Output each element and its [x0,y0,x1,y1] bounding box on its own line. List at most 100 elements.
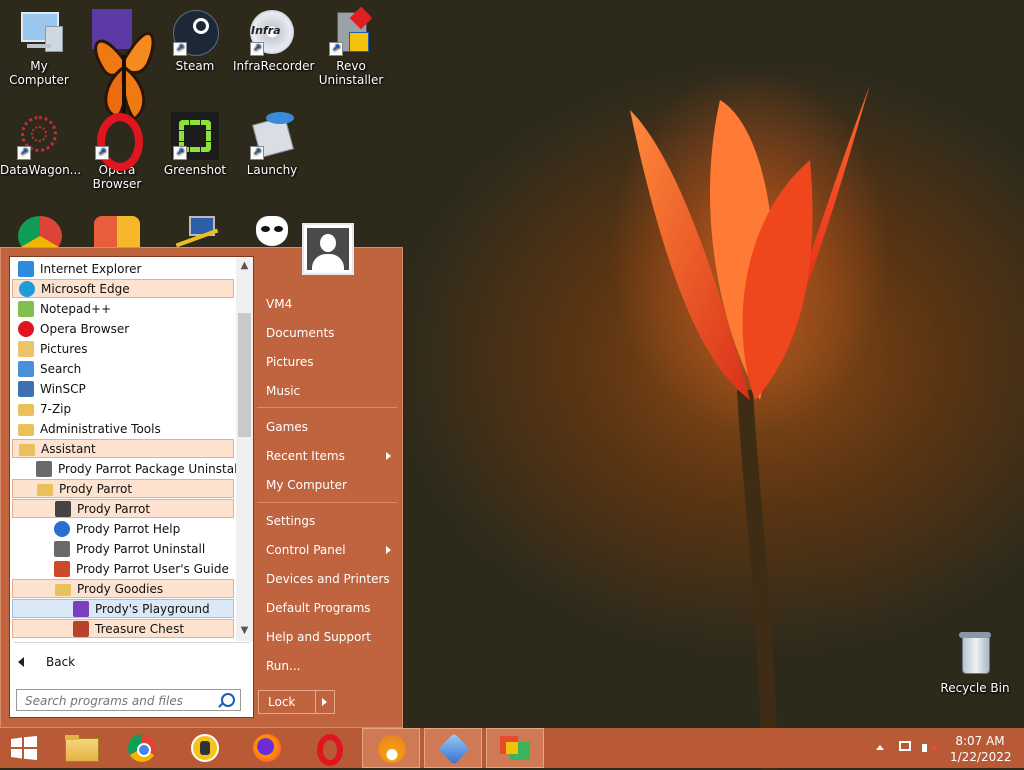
right-menu-item-label: Recent Items [266,449,345,463]
parrot-icon [55,500,71,517]
search-box[interactable] [16,689,241,711]
program-item-label: Pictures [40,341,88,356]
user-avatar[interactable] [302,223,354,275]
search-input[interactable] [23,691,217,711]
right-menu-item[interactable]: Games [266,420,308,434]
folder-icon [37,483,53,496]
right-menu-item[interactable]: Settings [266,514,315,528]
right-menu-item[interactable]: VM4 [266,297,292,311]
desktop-icon-greenshot[interactable]: ↗ Greenshot [156,112,234,177]
search-icon[interactable] [221,693,235,707]
lock-button[interactable]: Lock [258,690,335,714]
butterfly-icon [92,9,155,122]
desktop-icon-recycle-bin[interactable]: Recycle Bin [936,630,1014,695]
program-item-label: Administrative Tools [40,421,161,436]
program-item[interactable]: Microsoft Edge [12,279,234,298]
desktop-icon-datawagon[interactable]: ↗ DataWagon... [0,112,81,177]
program-item[interactable]: Prody Parrot User's Guide [12,559,234,578]
program-item[interactable]: Administrative Tools [12,419,234,438]
opera-icon: ↗ [93,112,143,171]
desktop-icon-opera-browser[interactable]: ↗ Opera Browser [78,112,156,191]
program-item[interactable]: Assistant [12,439,234,458]
right-menu-item[interactable]: Default Programs [266,601,371,615]
program-item[interactable]: Opera Browser [12,319,234,338]
desktop-icon-steam[interactable]: ↗ Steam [156,8,234,73]
program-item-label: Opera Browser [40,321,130,336]
volume-muted-icon[interactable]: × [922,741,938,755]
program-item[interactable]: Prody Parrot [12,499,234,518]
back-button[interactable]: Back [18,653,75,671]
playground-icon [73,600,89,617]
taskbar-prody-parrot[interactable] [362,728,420,768]
right-menu-item[interactable]: My Computer [266,478,347,492]
program-item[interactable]: Pictures [12,339,234,358]
right-menu-item-label: Run... [266,659,301,673]
right-menu-item[interactable]: Recent Items [266,449,391,463]
program-item[interactable]: Prody Parrot Help [12,519,234,538]
network-share-icon[interactable] [175,216,219,248]
program-item-label: Prody Parrot Package Uninstall [58,461,241,476]
show-hidden-icons-button[interactable] [876,745,884,750]
program-item-label: Prody Parrot [77,501,151,516]
program-item-label: Notepad++ [40,301,112,316]
desktop-icon-my-computer[interactable]: My Computer [0,8,78,87]
greenshot-icon: ↗ [171,112,219,160]
taskbar-firefox[interactable] [238,728,296,768]
scroll-down-arrow[interactable]: ▼ [236,622,253,639]
right-menu-item-label: Pictures [266,355,314,369]
scroll-thumb[interactable] [238,313,251,437]
datawagon-icon: ↗ [15,112,63,160]
program-item[interactable]: Notepad++ [12,299,234,318]
right-menu-item[interactable]: Devices and Printers [266,572,390,586]
opera-icon [18,320,34,337]
program-item-label: Search [40,361,82,376]
taskbar-chrome[interactable] [113,728,171,768]
taskbar-file-explorer[interactable] [52,728,110,768]
program-item-label: Prody Parrot [59,481,133,496]
program-item[interactable]: Prody Goodies [12,579,234,598]
scroll-up-arrow[interactable]: ▲ [236,257,253,274]
clock[interactable]: 8:07 AM 1/22/2022 [950,733,1012,765]
start-button[interactable] [0,728,50,768]
program-item[interactable]: Internet Explorer [12,259,234,278]
program-item-label: Prody Goodies [77,581,164,596]
uninstall-icon [54,540,70,557]
taskbar-opera[interactable] [300,728,358,768]
program-item[interactable]: 7-Zip [12,399,234,418]
app-store-icon[interactable] [94,216,140,250]
right-menu-item[interactable]: Pictures [266,355,314,369]
right-menu-item[interactable]: Control Panel [266,543,391,557]
programs-scrollbar[interactable]: ▲ ▼ [236,257,253,641]
menu-separator [257,502,397,503]
revo-uninstaller-icon: ↗ [327,6,375,56]
program-item[interactable]: Prody Parrot Uninstall [12,539,234,558]
program-item[interactable]: WinSCP [12,379,234,398]
right-menu-item[interactable]: Help and Support [266,630,371,644]
program-item[interactable]: Prody Parrot Package Uninstall [12,459,241,478]
right-menu-item[interactable]: Music [266,384,300,398]
program-item[interactable]: Prody's Playground [12,599,234,618]
taskbar-launchy[interactable] [424,728,482,768]
lock-options-arrow-icon[interactable] [315,691,334,713]
recycle-bin-icon [951,630,999,678]
desktop-icon-infrarecorder[interactable]: Infra ↗ InfraRecorder [233,8,314,73]
folder-icon [18,423,34,436]
right-menu-item[interactable]: Documents [266,326,334,340]
alien-mask-icon[interactable] [254,216,290,248]
right-menu-item-label: Devices and Printers [266,572,390,586]
taskbar-keepass[interactable] [176,728,234,768]
right-menu-item[interactable]: Run... [266,659,300,673]
network-icon[interactable] [899,741,911,751]
desktop-icon-launchy[interactable]: ↗ Launchy [233,112,311,177]
program-item[interactable]: Treasure Chest [12,619,234,638]
taskbar-speech-app[interactable] [486,728,544,768]
right-menu-item-label: Documents [266,326,335,340]
launchy-icon [438,733,470,765]
infrarecorder-icon: Infra ↗ [248,8,296,56]
desktop-icon-revo-uninstaller[interactable]: ↗ Revo Uninstaller [312,6,390,87]
right-menu-item-label: Help and Support [266,630,371,644]
steam-icon: ↗ [171,8,219,56]
program-item[interactable]: Prody Parrot [12,479,234,498]
program-item-label: Treasure Chest [95,621,185,636]
program-item[interactable]: Search [12,359,234,378]
